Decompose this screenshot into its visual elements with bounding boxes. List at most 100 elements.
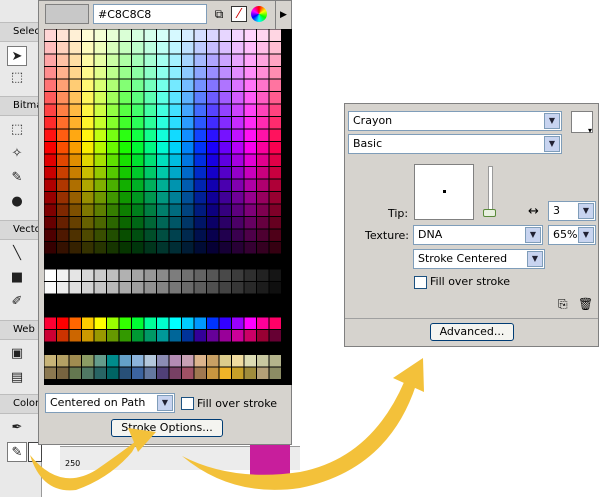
swatch-cell[interactable] [269, 355, 282, 367]
swatch-cell[interactable] [82, 29, 94, 42]
swatch-cell[interactable] [207, 79, 219, 92]
swatch-cell[interactable] [232, 179, 244, 192]
swatch-cell[interactable] [207, 242, 219, 254]
swatch-cell[interactable] [57, 204, 69, 217]
swatch-cell[interactable] [169, 269, 182, 282]
swatch-cell[interactable] [107, 355, 119, 367]
swatch-cell[interactable] [69, 192, 82, 204]
swatch-cell[interactable] [257, 29, 269, 42]
swatch-cell[interactable] [82, 204, 94, 217]
swatch-cell[interactable] [44, 142, 57, 154]
chevron-down-icon[interactable]: ▼ [527, 251, 543, 267]
swatch-cell[interactable] [269, 142, 282, 154]
stroke-placement-select[interactable]: Centered on Path ▼ [45, 393, 175, 413]
swatch-cell[interactable] [157, 179, 169, 192]
swatch-cell[interactable] [169, 117, 182, 129]
swatch-cell[interactable] [107, 217, 119, 229]
swatch-cell[interactable] [119, 192, 132, 204]
swatch-cell[interactable] [182, 129, 194, 142]
swatch-cell[interactable] [207, 29, 219, 42]
swatch-cell[interactable] [219, 129, 232, 142]
swatch-cell[interactable] [82, 142, 94, 154]
swatch-cell[interactable] [132, 192, 144, 204]
swatch-cell[interactable] [44, 104, 57, 117]
swatch-cell[interactable] [119, 282, 132, 294]
swatch-cell[interactable] [244, 192, 257, 204]
swatch-cell[interactable] [82, 129, 94, 142]
swatch-cell[interactable] [169, 330, 182, 342]
swatch-cell[interactable] [257, 192, 269, 204]
swatch-cell[interactable] [157, 317, 169, 330]
pencil-icon[interactable]: ✎ [7, 168, 27, 188]
swatch-cell[interactable] [269, 154, 282, 167]
swatch-cell[interactable] [157, 282, 169, 294]
swatch-cell[interactable] [132, 217, 144, 229]
swatch-cell[interactable] [232, 192, 244, 204]
swatch-cell[interactable] [257, 282, 269, 294]
swatch-cell[interactable] [207, 154, 219, 167]
swatch-cell[interactable] [144, 104, 157, 117]
swatch-cell[interactable] [244, 92, 257, 104]
fill-over-stroke-checkbox[interactable] [181, 397, 194, 410]
swatch-cell[interactable] [69, 204, 82, 217]
chevron-down-icon[interactable]: ▼ [544, 113, 560, 129]
swatch-cell[interactable] [119, 54, 132, 67]
swatch-cell[interactable] [144, 54, 157, 67]
swatch-cell[interactable] [132, 367, 144, 380]
swatch-cell[interactable] [44, 42, 57, 54]
swatch-cell[interactable] [94, 269, 107, 282]
swatch-cell[interactable] [157, 367, 169, 380]
swatch-cell[interactable] [232, 129, 244, 142]
swatch-cell[interactable] [94, 217, 107, 229]
swatch-cell[interactable] [144, 129, 157, 142]
swatch-cell[interactable] [82, 217, 94, 229]
new-stroke-icon[interactable]: ⎘ [558, 297, 568, 312]
swatch-cell[interactable] [169, 54, 182, 67]
swatch-cell[interactable] [182, 79, 194, 92]
swatch-cell[interactable] [157, 355, 169, 367]
swatch-cell[interactable] [257, 204, 269, 217]
swatch-cell[interactable] [94, 129, 107, 142]
system-color-picker-icon[interactable]: ⧉ [211, 6, 227, 22]
swatch-cell[interactable] [232, 29, 244, 42]
swatch-cell[interactable] [269, 217, 282, 229]
swatch-cell[interactable] [257, 367, 269, 380]
swatch-cell[interactable] [194, 242, 207, 254]
swatch-cell[interactable] [82, 229, 94, 242]
swatch-cell[interactable] [119, 179, 132, 192]
swatch-cell[interactable] [257, 117, 269, 129]
swatch-cell[interactable] [69, 269, 82, 282]
swatch-cell[interactable] [132, 242, 144, 254]
swatch-cell[interactable] [107, 92, 119, 104]
swatch-cell[interactable] [257, 92, 269, 104]
swatch-cell[interactable] [182, 217, 194, 229]
swatch-cell[interactable] [232, 167, 244, 179]
swatch-cell[interactable] [194, 192, 207, 204]
swatch-cell[interactable] [107, 242, 119, 254]
swatch-cell[interactable] [94, 242, 107, 254]
swatch-cell[interactable] [157, 104, 169, 117]
swatch-cell[interactable] [69, 129, 82, 142]
swatch-cell[interactable] [107, 167, 119, 179]
swatch-cell[interactable] [194, 92, 207, 104]
swatch-cell[interactable] [94, 92, 107, 104]
swatch-cell[interactable] [157, 142, 169, 154]
swatch-cell[interactable] [182, 229, 194, 242]
swatch-cell[interactable] [82, 330, 94, 342]
swatch-cell[interactable] [194, 269, 207, 282]
swatch-cell[interactable] [82, 79, 94, 92]
swatch-cell[interactable] [219, 229, 232, 242]
swatch-cell[interactable] [207, 104, 219, 117]
swatch-cell[interactable] [44, 317, 57, 330]
swatch-cell[interactable] [207, 117, 219, 129]
swatch-cell[interactable] [182, 104, 194, 117]
swatch-cell[interactable] [194, 179, 207, 192]
swatch-cell[interactable] [219, 282, 232, 294]
swatch-cell[interactable] [157, 79, 169, 92]
swatch-cell[interactable] [44, 204, 57, 217]
swatch-cell[interactable] [44, 79, 57, 92]
swatch-cell[interactable] [119, 269, 132, 282]
swatch-cell[interactable] [57, 29, 69, 42]
swatch-cell[interactable] [57, 79, 69, 92]
swatch-cell[interactable] [219, 317, 232, 330]
